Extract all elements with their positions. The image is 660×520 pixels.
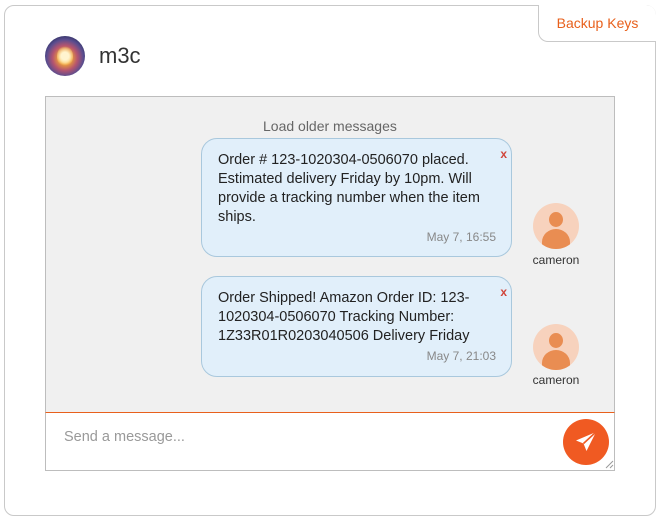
resize-grip-icon[interactable] — [605, 460, 614, 469]
send-button[interactable] — [563, 419, 609, 465]
user-avatar-icon — [533, 324, 579, 370]
paper-plane-icon — [576, 431, 597, 451]
message-composer — [45, 412, 615, 471]
load-older-label[interactable]: Load older messages — [263, 118, 397, 134]
user-avatar-icon — [533, 203, 579, 249]
message-text: Order # 123-1020304-0506070 placed. Esti… — [218, 152, 480, 225]
backup-keys-button[interactable]: Backup Keys — [538, 5, 656, 42]
message-sender-name: cameron — [532, 253, 580, 267]
message-timestamp: May 7, 16:55 — [426, 230, 496, 244]
message-text: Order Shipped! Amazon Order ID: 123-1020… — [218, 290, 470, 344]
message-timestamp: May 7, 21:03 — [426, 349, 496, 363]
message-bubble: Order # 123-1020304-0506070 placed. Esti… — [201, 138, 512, 257]
message-sender-name: cameron — [532, 373, 580, 387]
delete-message-icon[interactable]: x — [500, 283, 507, 302]
message-input[interactable] — [64, 427, 544, 447]
message-bubble: Order Shipped! Amazon Order ID: 123-1020… — [201, 276, 512, 377]
delete-message-icon[interactable]: x — [500, 145, 507, 164]
avatar-image-icon — [57, 46, 73, 66]
conversation-username: m3c — [99, 43, 141, 68]
conversation-avatar — [45, 36, 85, 76]
